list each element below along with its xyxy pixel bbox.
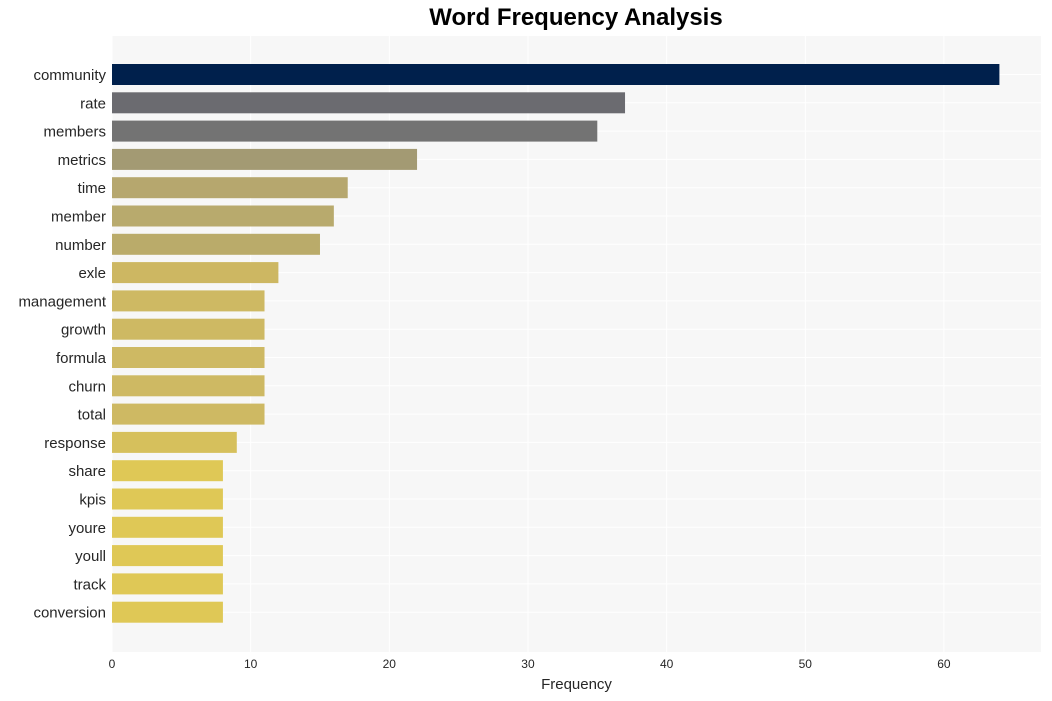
y-tick-label: growth <box>61 322 106 339</box>
y-tick-label: community <box>33 67 106 84</box>
bar-time <box>112 177 348 199</box>
bar-kpis <box>112 488 223 510</box>
y-tick-labels: community rate members metrics time member num… <box>18 67 106 622</box>
y-tick-label: time <box>78 180 106 197</box>
bar-rate <box>112 92 626 114</box>
bar-management <box>112 290 265 312</box>
bar-track <box>112 573 223 595</box>
x-tick-label: 0 <box>109 657 116 671</box>
bar-conversion <box>112 601 223 623</box>
y-tick-label: track <box>73 576 106 593</box>
y-tick-label: number <box>55 237 106 254</box>
bar-response <box>112 431 237 453</box>
bar-exle <box>112 262 279 284</box>
bar-number <box>112 233 320 255</box>
y-tick-label: rate <box>80 95 106 112</box>
y-tick-label: response <box>44 435 106 452</box>
y-tick-label: total <box>78 407 106 424</box>
x-tick-label: 20 <box>383 657 397 671</box>
bar-members <box>112 120 598 142</box>
bar-growth <box>112 318 265 340</box>
y-tick-label: youll <box>75 548 106 565</box>
x-tick-labels: 0 10 20 30 40 50 60 <box>109 657 951 671</box>
bar-community <box>112 64 1000 85</box>
bar-member <box>112 205 334 227</box>
x-axis-label: Frequency <box>541 676 612 693</box>
y-tick-label: metrics <box>58 152 106 169</box>
y-tick-label: exle <box>78 265 106 282</box>
bar-chart: community rate members metrics time member num… <box>18 36 1041 693</box>
bar-total <box>112 403 265 425</box>
bar-churn <box>112 375 265 397</box>
y-tick-label: conversion <box>33 605 106 622</box>
bar-share <box>112 460 223 482</box>
y-tick-label: kpis <box>79 492 106 509</box>
y-tick-label: youre <box>68 520 106 537</box>
bar-youll <box>112 545 223 567</box>
x-tick-label: 30 <box>521 657 535 671</box>
y-tick-label: formula <box>56 350 107 367</box>
y-tick-label: member <box>51 209 106 226</box>
x-tick-label: 60 <box>937 657 951 671</box>
y-tick-label: management <box>18 293 106 310</box>
y-tick-label: share <box>68 463 106 480</box>
y-tick-label: churn <box>68 378 106 395</box>
bar-youre <box>112 516 223 538</box>
x-tick-label: 10 <box>244 657 258 671</box>
bar-formula <box>112 347 265 368</box>
y-tick-label: members <box>43 124 106 141</box>
bar-metrics <box>112 148 418 170</box>
x-tick-label: 50 <box>799 657 813 671</box>
x-tick-label: 40 <box>660 657 674 671</box>
